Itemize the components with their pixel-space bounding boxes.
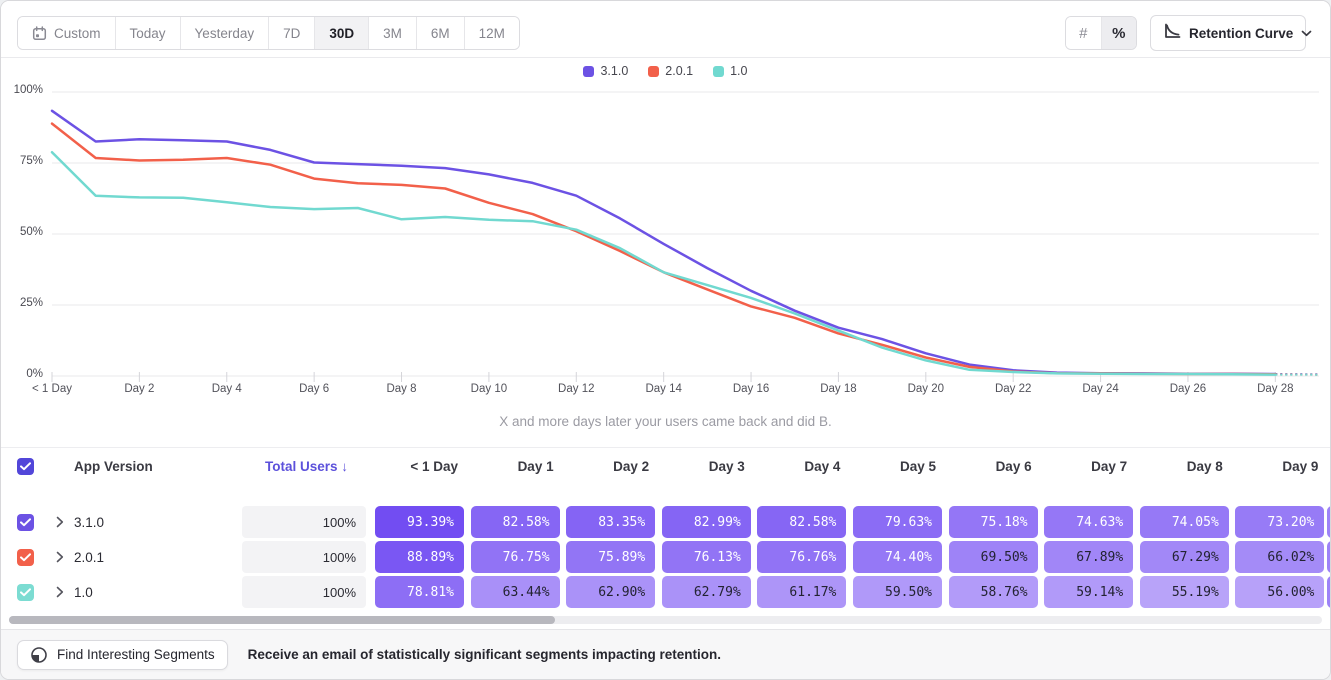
retention-cell[interactable]: 76.76% [757,541,846,573]
x-tick-label: Day 20 [894,383,958,395]
retention-cell[interactable]: 58.76% [949,576,1038,608]
column-day-5[interactable]: Day 5 [853,448,942,486]
retention-cell[interactable]: 74.05% [1140,506,1229,538]
row-checkbox-1.0[interactable] [17,584,34,601]
retention-cell[interactable]: 56.00% [1235,576,1324,608]
retention-cell[interactable]: 59.14% [1044,576,1133,608]
column-day-2[interactable]: Day 2 [566,448,655,486]
x-tick-label: Day 16 [719,383,783,395]
retention-cell[interactable]: 82.58% [471,506,560,538]
column-day-8[interactable]: Day 8 [1140,448,1229,486]
column-day-7[interactable]: Day 7 [1044,448,1133,486]
select-all-checkbox[interactable] [17,458,34,475]
retention-cell[interactable]: 82.58% [757,506,846,538]
horizontal-scrollbar-track[interactable] [9,616,1322,624]
retention-report: CustomTodayYesterday7D30D3M6M12M #% Rete… [0,0,1331,680]
table-header: App Version Total Users ↓ < 1 DayDay 1Da… [1,448,1330,486]
table-row-2.0.1: 2.0.1 100% 88.89%76.75%75.89%76.13%76.76%7… [1,541,1330,573]
retention-cell[interactable]: 55.19% [1140,576,1229,608]
column-day-4[interactable]: Day 4 [757,448,846,486]
retention-cell[interactable]: 63.44% [471,576,560,608]
retention-cell[interactable]: 73.20% [1235,506,1324,538]
expand-chevron-icon[interactable] [56,541,64,573]
row-checkbox-2.0.1[interactable] [17,549,34,566]
y-tick-label: 25% [7,297,43,309]
y-tick-label: 50% [7,226,43,238]
x-tick-label: Day 14 [632,383,696,395]
retention-cell[interactable]: 78.81% [375,576,464,608]
x-tick-label: Day 2 [107,383,171,395]
table-row-1.0: 1.0100%78.81%63.44%62.90%62.79%61.17%59.… [1,576,1330,608]
retention-cell[interactable]: 66.02% [1235,541,1324,573]
retention-cell[interactable]: 76.75% [471,541,560,573]
app-version-label: 2.0.1 [74,541,104,573]
total-users-cell: 100% [242,541,366,573]
chart-subtitle: X and more days later your users came ba… [1,414,1330,429]
x-tick-label: Day 12 [544,383,608,395]
series-line-1.0 [52,152,1275,374]
retention-cell[interactable]: 59.50% [853,576,942,608]
segments-pie-icon [30,646,48,664]
retention-cell[interactable]: 74.63% [1044,506,1133,538]
column-day-6[interactable]: Day 6 [949,448,1038,486]
retention-cell[interactable]: 61.17% [757,576,846,608]
retention-cell[interactable]: 88.89% [375,541,464,573]
retention-cell-clipped[interactable] [1327,506,1331,538]
x-tick-label: Day 28 [1243,383,1307,395]
app-version-label: 1.0 [74,576,93,608]
row-checkbox-3.1.0[interactable] [17,514,34,531]
series-line-2.0.1 [52,124,1275,375]
table-row-3.1.0: 3.1.0100%93.39%82.58%83.35%82.99%82.58%7… [1,506,1330,538]
retention-cell-clipped[interactable] [1327,576,1331,608]
retention-cell[interactable]: 67.29% [1140,541,1229,573]
column-day-9[interactable]: Day 9 [1235,448,1324,486]
retention-cell[interactable]: 93.39% [375,506,464,538]
retention-cell[interactable]: 67.89% [1044,541,1133,573]
x-tick-label: < 1 Day [20,383,84,395]
y-tick-label: 75% [7,155,43,167]
x-tick-label: Day 26 [1156,383,1220,395]
retention-line-chart [1,1,1331,441]
retention-cell[interactable]: 69.50% [949,541,1038,573]
x-tick-label: Day 24 [1069,383,1133,395]
retention-cell-clipped[interactable] [1327,541,1331,573]
x-tick-label: Day 8 [370,383,434,395]
x-tick-label: Day 10 [457,383,521,395]
retention-cell[interactable]: 75.18% [949,506,1038,538]
x-tick-label: Day 22 [981,383,1045,395]
column-app-version: App Version [74,448,153,486]
expand-chevron-icon[interactable] [56,506,64,538]
retention-cell[interactable]: 74.40% [853,541,942,573]
retention-cell[interactable]: 79.63% [853,506,942,538]
retention-cell[interactable]: 82.99% [662,506,751,538]
y-tick-label: 100% [7,84,43,96]
app-version-label: 3.1.0 [74,506,104,538]
retention-cell[interactable]: 62.79% [662,576,751,608]
y-tick-label: 0% [7,368,43,380]
horizontal-scrollbar-thumb[interactable] [9,616,555,624]
series-line-3.1.0 [52,111,1275,374]
x-tick-label: Day 4 [195,383,259,395]
total-users-cell: 100% [242,506,366,538]
expand-chevron-icon[interactable] [56,576,64,608]
find-interesting-segments-label: Find Interesting Segments [57,647,215,662]
retention-cell[interactable]: 75.89% [566,541,655,573]
x-tick-label: Day 6 [282,383,346,395]
column-day-3[interactable]: Day 3 [662,448,751,486]
column-total-users[interactable]: Total Users ↓ [242,448,366,486]
retention-cell[interactable]: 83.35% [566,506,655,538]
x-tick-label: Day 18 [806,383,870,395]
column-day-1[interactable]: Day 1 [471,448,560,486]
total-users-cell: 100% [242,576,366,608]
find-interesting-segments-button[interactable]: Find Interesting Segments [17,640,228,670]
retention-cell[interactable]: 62.90% [566,576,655,608]
footer-message: Receive an email of statistically signif… [248,647,721,662]
footer-bar: Find Interesting Segments Receive an ema… [1,629,1330,679]
retention-cell[interactable]: 76.13% [662,541,751,573]
column--1-day[interactable]: < 1 Day [375,448,464,486]
